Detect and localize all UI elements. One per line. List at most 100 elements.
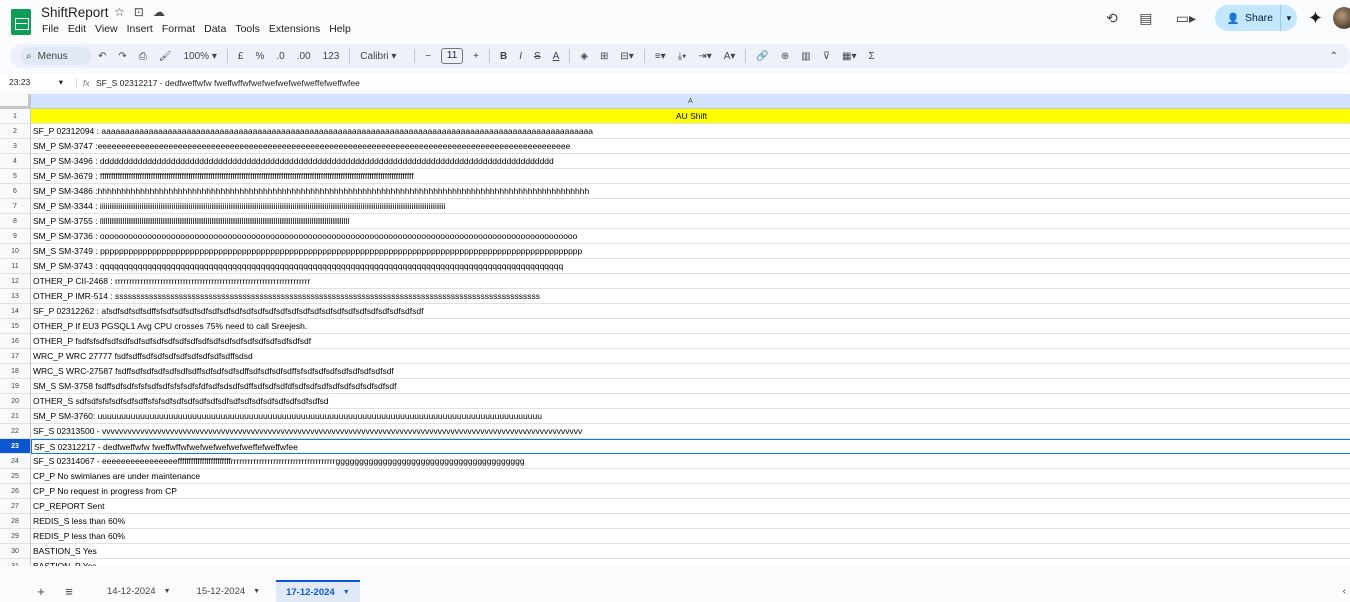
- row-number[interactable]: 22: [0, 424, 31, 439]
- add-sheet-icon[interactable]: +: [27, 584, 55, 599]
- cell[interactable]: BASTION_P Yes: [31, 559, 1350, 566]
- version-history-icon[interactable]: ⟲: [1101, 7, 1123, 29]
- row-number[interactable]: 15: [0, 319, 31, 334]
- font-size-decrease-button[interactable]: −: [419, 51, 437, 62]
- cell[interactable]: SM_P SM-3755 : lllllllllllllllllllllllll…: [31, 214, 1350, 229]
- menu-insert[interactable]: Insert: [126, 23, 158, 35]
- insert-chart-icon[interactable]: ▥: [795, 51, 816, 62]
- cell[interactable]: REDIS_S less than 60%: [31, 514, 1350, 529]
- menu-extensions[interactable]: Extensions: [268, 23, 325, 35]
- row-number[interactable]: 19: [0, 379, 31, 394]
- row-number[interactable]: 14: [0, 304, 31, 319]
- cell[interactable]: CP_REPORT Sent: [31, 499, 1350, 514]
- row-number[interactable]: 16: [0, 334, 31, 349]
- cell[interactable]: OTHER_S sdfsdfsfsfsdfsdfsdffsfsfsdfsdfsd…: [31, 394, 1350, 409]
- formula-input[interactable]: SF_S 02312217 - dedfweffwfw fweffwffwfwe…: [96, 78, 360, 88]
- cell[interactable]: SM_P SM-3344 : iiiiiiiiiiiiiiiiiiiiiiiii…: [31, 199, 1350, 214]
- menu-help[interactable]: Help: [328, 23, 356, 35]
- document-title[interactable]: ShiftReport: [41, 5, 109, 20]
- name-box[interactable]: 23:23 ▾: [0, 77, 68, 88]
- functions-icon[interactable]: Σ: [863, 51, 881, 62]
- all-sheets-icon[interactable]: ≡: [55, 584, 83, 599]
- menus-search[interactable]: ⌕ Menus: [20, 47, 92, 65]
- font-select[interactable]: Calibri ▾: [354, 51, 410, 62]
- increase-decimal-button[interactable]: .00: [291, 51, 317, 62]
- borders-icon[interactable]: ⊞: [594, 51, 614, 62]
- cell[interactable]: WRC_S WRC-27587 fsdffsdfsdfsdfsdfsdfsdff…: [31, 364, 1350, 379]
- header-cell[interactable]: AU Shift: [31, 109, 1350, 124]
- cell[interactable]: OTHER_P fsdfsfsdfsdfsdfsdfsdfsdfsdfsdfsd…: [31, 334, 1350, 349]
- cell[interactable]: SM_P SM-3679 : fffffffffffffffffffffffff…: [31, 169, 1350, 184]
- cloud-status-icon[interactable]: ☁: [153, 5, 165, 19]
- row-number[interactable]: 21: [0, 409, 31, 424]
- menu-edit[interactable]: Edit: [67, 23, 91, 35]
- menu-data[interactable]: Data: [203, 23, 231, 35]
- menu-view[interactable]: View: [94, 23, 123, 35]
- share-button[interactable]: 👤 Share ▾: [1214, 5, 1297, 31]
- row-number[interactable]: 27: [0, 499, 31, 514]
- strikethrough-icon[interactable]: S: [528, 51, 547, 62]
- italic-icon[interactable]: I: [513, 51, 528, 62]
- print-icon[interactable]: ⎙: [133, 51, 153, 62]
- insert-comment-icon[interactable]: ⊕: [775, 51, 795, 62]
- cell[interactable]: SM_S SM-3749 : ppppppppppppppppppppppppp…: [31, 244, 1350, 259]
- cell[interactable]: SM_P SM-3747 :eeeeeeeeeeeeeeeeeeeeeeeeee…: [31, 139, 1350, 154]
- cell[interactable]: SF_S 02312217 - dedfweffwfw fweffwffwfwe…: [31, 439, 1350, 454]
- cell[interactable]: SM_P SM-3496 : ddddddddddddddddddddddddd…: [31, 154, 1350, 169]
- row-number[interactable]: 2: [0, 124, 31, 139]
- cell[interactable]: CP_P No request in progress from CP: [31, 484, 1350, 499]
- menu-format[interactable]: Format: [161, 23, 200, 35]
- row-number[interactable]: 11: [0, 259, 31, 274]
- menu-tools[interactable]: Tools: [234, 23, 265, 35]
- collapse-toolbar-icon[interactable]: ⌃: [1324, 51, 1344, 62]
- cell[interactable]: SM_P SM-3760: uuuuuuuuuuuuuuuuuuuuuuuuuu…: [31, 409, 1350, 424]
- cell[interactable]: OTHER_P If EU3 PGSQL1 Avg CPU crosses 75…: [31, 319, 1350, 334]
- sheet-tab-0[interactable]: 14-12-2024 ▼: [97, 580, 181, 602]
- cell[interactable]: SM_S SM-3758 fsdffsdfsdfsfsfsdfsdfsfsfsd…: [31, 379, 1350, 394]
- comments-icon[interactable]: ▤: [1135, 7, 1157, 29]
- sheet-tab-2[interactable]: 17-12-2024 ▼: [276, 580, 360, 602]
- sheet-tab-1[interactable]: 15-12-2024 ▼: [187, 580, 271, 602]
- row-number[interactable]: 18: [0, 364, 31, 379]
- avatar[interactable]: [1333, 7, 1350, 29]
- font-size-input[interactable]: 11: [441, 48, 464, 64]
- menu-file[interactable]: File: [41, 23, 64, 35]
- sheets-logo-icon[interactable]: [11, 9, 31, 35]
- row-number[interactable]: 17: [0, 349, 31, 364]
- row-number[interactable]: 20: [0, 394, 31, 409]
- meet-icon[interactable]: ▭▸: [1169, 7, 1203, 29]
- cell[interactable]: OTHER_P IMR-514 : ssssssssssssssssssssss…: [31, 289, 1350, 304]
- row-number[interactable]: 28: [0, 514, 31, 529]
- row-number[interactable]: 5: [0, 169, 31, 184]
- row-number[interactable]: 26: [0, 484, 31, 499]
- cell[interactable]: BASTION_S Yes: [31, 544, 1350, 559]
- row-number[interactable]: 8: [0, 214, 31, 229]
- cell[interactable]: SF_S 02313500 - vvvvvvvvvvvvvvvvvvvvvvvv…: [31, 424, 1350, 439]
- row-number[interactable]: 30: [0, 544, 31, 559]
- row-number[interactable]: 25: [0, 469, 31, 484]
- row-number[interactable]: 1: [0, 109, 31, 124]
- filter-views-icon[interactable]: ▦▾: [836, 51, 862, 62]
- bold-icon[interactable]: B: [494, 51, 513, 62]
- select-all-corner[interactable]: [0, 94, 31, 109]
- share-dropdown-icon[interactable]: ▾: [1281, 13, 1297, 24]
- redo-icon[interactable]: ↷: [112, 51, 132, 62]
- cell[interactable]: CP_P No swimlanes are under maintenance: [31, 469, 1350, 484]
- cell[interactable]: WRC_P WRC 27777 fsdfsdffsdfsdfsdfsdfsdfs…: [31, 349, 1350, 364]
- font-size-increase-button[interactable]: +: [467, 51, 485, 62]
- fill-color-icon[interactable]: ◈: [574, 51, 594, 62]
- decrease-decimal-button[interactable]: .0: [270, 51, 290, 62]
- merge-cells-icon[interactable]: ⊟▾: [614, 51, 639, 62]
- undo-icon[interactable]: ↶: [92, 51, 112, 62]
- text-color-icon[interactable]: A: [547, 51, 566, 62]
- row-number[interactable]: 9: [0, 229, 31, 244]
- row-number[interactable]: 31: [0, 559, 31, 566]
- row-number[interactable]: 10: [0, 244, 31, 259]
- cell[interactable]: SF_P 02312262 : afsdfsdfsdfsdffsfsdfsdfs…: [31, 304, 1350, 319]
- cell[interactable]: OTHER_P CII-2468 : rrrrrrrrrrrrrrrrrrrrr…: [31, 274, 1350, 289]
- currency-format-button[interactable]: £: [232, 51, 250, 62]
- gemini-sparkle-icon[interactable]: ✦: [1308, 8, 1323, 29]
- row-number[interactable]: 7: [0, 199, 31, 214]
- more-formats-button[interactable]: 123: [317, 51, 346, 62]
- row-number[interactable]: 23: [0, 439, 31, 454]
